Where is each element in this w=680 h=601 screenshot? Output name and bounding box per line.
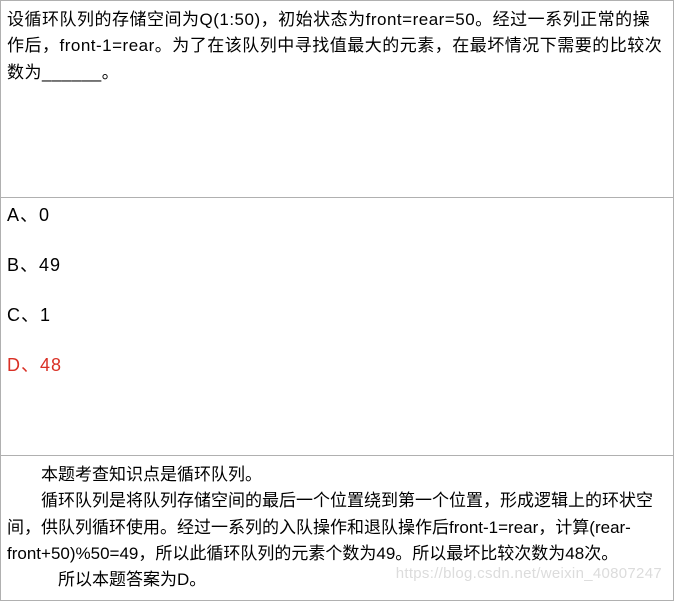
- explanation-line-1: 本题考查知识点是循环队列。: [7, 462, 665, 488]
- question-panel: 设循环队列的存储空间为Q(1:50)，初始状态为front=rear=50。经过…: [0, 0, 674, 198]
- option-a: A、0: [7, 198, 665, 230]
- question-text: 设循环队列的存储空间为Q(1:50)，初始状态为front=rear=50。经过…: [7, 7, 665, 86]
- explanation-line-2: 循环队列是将队列存储空间的最后一个位置绕到第一个位置，形成逻辑上的环状空间，供队…: [7, 488, 665, 567]
- option-d: D、48: [7, 352, 665, 380]
- options-panel: A、0 B、49 C、1 D、48: [0, 198, 674, 456]
- explanation-line-3: 所以本题答案为D。: [7, 567, 665, 593]
- explanation-panel: 本题考查知识点是循环队列。 循环队列是将队列存储空间的最后一个位置绕到第一个位置…: [0, 456, 674, 601]
- explanation-line-2-text: 循环队列是将队列存储空间的最后一个位置绕到第一个位置，形成逻辑上的环状空间，供队…: [7, 491, 653, 563]
- option-b: B、49: [7, 252, 665, 280]
- option-c: C、1: [7, 302, 665, 330]
